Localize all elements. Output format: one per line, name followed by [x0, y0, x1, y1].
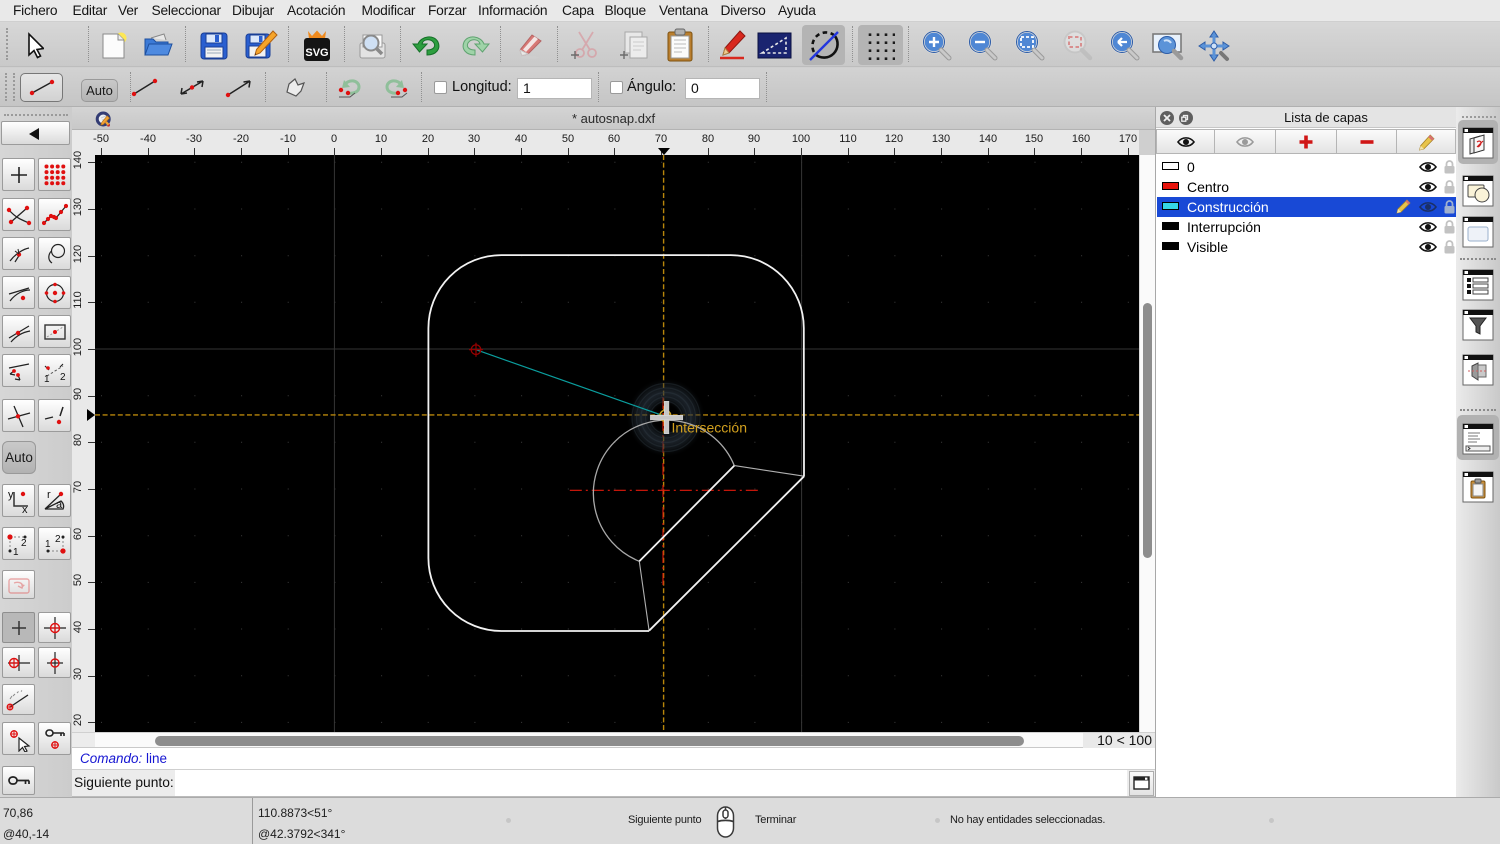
- svg-text:Intersección: Intersección: [672, 420, 747, 436]
- svg-text:x: x: [22, 504, 28, 514]
- svg-text:y: y: [8, 489, 14, 501]
- svg-text:2: 2: [60, 372, 66, 383]
- svg-text:1: 1: [44, 374, 50, 384]
- svg-text:2: 2: [21, 538, 27, 549]
- svg-text:r: r: [47, 489, 51, 501]
- svg-text:SVG: SVG: [305, 47, 328, 59]
- svg-text:a: a: [56, 499, 63, 511]
- svg-text:2: 2: [55, 534, 61, 545]
- svg-text:1: 1: [45, 539, 51, 550]
- svg-text:1: 1: [13, 547, 19, 557]
